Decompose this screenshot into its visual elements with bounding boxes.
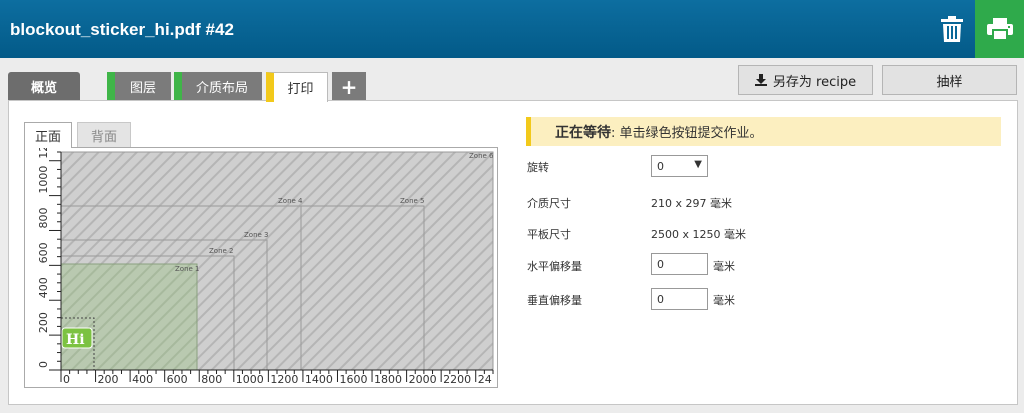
x-axis-tick-label: 24 — [478, 373, 492, 386]
x-axis-tick-label: 600 — [167, 373, 188, 386]
save-recipe-button[interactable]: 另存为 recipe — [738, 65, 873, 95]
x-axis-tick-label: 200 — [98, 373, 119, 386]
rotation-select[interactable]: 0 ▼ — [651, 155, 708, 177]
v-offset-input[interactable] — [651, 288, 708, 310]
rotation-value: 0 — [657, 159, 664, 173]
v-offset-unit: 毫米 — [713, 294, 735, 307]
tab-back-side[interactable]: 背面 — [77, 122, 131, 148]
print-button[interactable] — [975, 0, 1024, 58]
tab-print[interactable]: 打印 — [266, 72, 328, 102]
zone-6-label: Zone 6 — [469, 152, 494, 160]
x-axis-tick-label: 2000 — [409, 373, 437, 386]
chevron-down-icon: ▼ — [694, 159, 702, 170]
delete-button[interactable] — [930, 0, 974, 58]
media-size-label: 介质尺寸 — [527, 197, 571, 210]
y-axis-tick-label: 200 — [37, 312, 50, 333]
media-size-value: 210 x 297 毫米 — [651, 197, 732, 210]
zone-1-label: Zone 1 — [175, 265, 200, 273]
x-axis-tick-label: 2200 — [443, 373, 471, 386]
save-recipe-label: 另存为 recipe — [772, 74, 857, 90]
tab-front-side[interactable]: 正面 — [24, 122, 72, 148]
printer-icon — [986, 18, 1013, 40]
h-offset-unit: 毫米 — [713, 260, 735, 273]
zone-2-label: Zone 2 — [209, 247, 234, 255]
y-axis-tick-label: 0 — [37, 361, 50, 368]
x-axis-tick-label: 1200 — [270, 373, 298, 386]
x-axis-tick-label: 1600 — [339, 373, 367, 386]
h-offset-label: 水平偏移量 — [527, 260, 582, 273]
trash-icon — [941, 16, 963, 42]
y-axis-tick-label: 800 — [37, 207, 50, 228]
media-label: Hi — [66, 332, 85, 348]
add-tab-button[interactable]: + — [332, 72, 366, 101]
download-icon — [754, 74, 767, 86]
zone-1-area — [60, 263, 198, 371]
x-axis-tick-label: 1400 — [305, 373, 333, 386]
h-offset-input[interactable] — [651, 253, 708, 275]
status-heading: 正在等待 — [555, 124, 611, 141]
y-axis-tick-label: 400 — [37, 277, 50, 298]
bed-size-label: 平板尺寸 — [527, 228, 571, 241]
status-message: : 单击绿色按钮提交作业。 — [611, 126, 763, 141]
y-axis-tick-label: 1000 — [37, 166, 50, 194]
tab-media-layout[interactable]: 介质布局 — [174, 72, 262, 101]
bed-preview[interactable]: Zone 1 Zone 2 Zone 3 Zone 4 Zone 5 Zone … — [24, 147, 498, 388]
bed-preview-svg: Zone 1 Zone 2 Zone 3 Zone 4 Zone 5 Zone … — [37, 148, 494, 386]
y-axis-tick-label: 600 — [37, 242, 50, 263]
x-axis-tick-label: 800 — [201, 373, 222, 386]
sample-button[interactable]: 抽样 — [882, 65, 1017, 95]
title-bar: blockout_sticker_hi.pdf #42 — [0, 0, 1024, 58]
bed-size-value: 2500 x 1250 毫米 — [651, 228, 746, 241]
zone-4-label: Zone 4 — [278, 197, 303, 205]
zone-3-label: Zone 3 — [244, 231, 269, 239]
y-axis-tick-label: 1200 — [37, 148, 50, 159]
tab-layers[interactable]: 图层 — [107, 72, 171, 101]
v-offset-label: 垂直偏移量 — [527, 294, 582, 307]
x-axis-tick-label: 1800 — [374, 373, 402, 386]
x-axis-tick-label: 400 — [132, 373, 153, 386]
rotation-label: 旋转 — [527, 161, 549, 174]
status-banner: 正在等待 : 单击绿色按钮提交作业。 — [526, 117, 1001, 146]
job-title: blockout_sticker_hi.pdf #42 — [10, 20, 234, 39]
tab-overview[interactable]: 概览 — [8, 72, 80, 101]
zone-5-label: Zone 5 — [400, 197, 425, 205]
x-axis-tick-label: 1000 — [236, 373, 264, 386]
x-axis-tick-label: 0 — [63, 373, 70, 386]
